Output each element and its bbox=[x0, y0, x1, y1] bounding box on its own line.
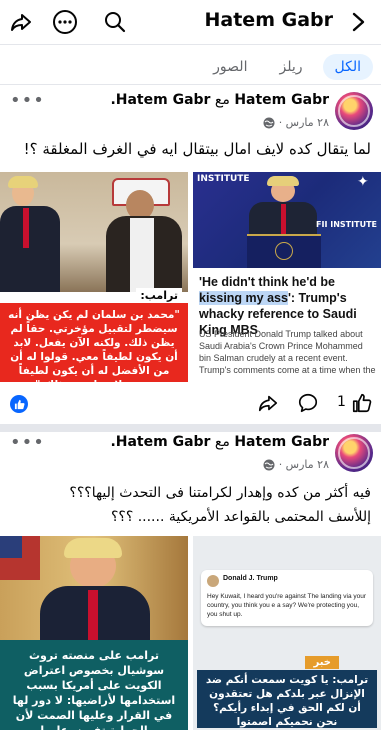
chevron-right-icon[interactable] bbox=[345, 9, 371, 35]
page-title: Hatem Gabr bbox=[204, 9, 334, 31]
avatar[interactable] bbox=[335, 92, 373, 130]
post-header: Hatem Gabr مع Hatem Gabr. bbox=[110, 92, 329, 112]
share-post-icon[interactable] bbox=[256, 391, 280, 415]
post-header: Hatem Gabr مع Hatem Gabr. bbox=[110, 434, 329, 454]
speaker-label: ترامب: bbox=[136, 288, 182, 303]
post-separator bbox=[0, 424, 381, 432]
post-image-left[interactable]: ترامب على منصته تروث سوشيال بخصوص اعتراض… bbox=[0, 536, 188, 730]
figure-tie bbox=[23, 208, 29, 248]
post-meta: ٢٨ مارس · bbox=[263, 116, 329, 129]
post-image-left[interactable]: ترامب: "محمد بن سلمان لم يكن يظن أنه سيض… bbox=[0, 172, 188, 382]
tweet-author: Donald J. Trump bbox=[223, 575, 278, 582]
tweet-avatar bbox=[207, 575, 219, 587]
post-actions: 1 bbox=[0, 389, 381, 419]
post-image-right[interactable]: INSTITUTE ✦ FII INSTITUTE 'He didn't thi… bbox=[193, 172, 381, 382]
comment-icon[interactable] bbox=[296, 391, 320, 415]
tagged-name[interactable]: Hatem Gabr. bbox=[110, 434, 210, 450]
photo-background bbox=[0, 172, 188, 292]
globe-icon bbox=[263, 117, 275, 129]
photo-background: INSTITUTE ✦ FII INSTITUTE bbox=[193, 172, 381, 268]
top-divider bbox=[0, 44, 381, 45]
headline-part-1: 'He didn't think he'd be bbox=[199, 275, 335, 289]
top-bar: Hatem Gabr bbox=[0, 0, 381, 44]
photo-background bbox=[0, 536, 188, 640]
like-reaction-icon[interactable] bbox=[10, 395, 28, 413]
post-date[interactable]: ٢٨ مارس · bbox=[279, 116, 329, 129]
post-date[interactable]: ٢٨ مارس · bbox=[279, 458, 329, 471]
figure-hair bbox=[64, 538, 122, 558]
post-text-line-1: فيه أكثر من كده وإهدار لكرامتنا فى التحد… bbox=[69, 485, 371, 501]
post-image-right[interactable]: Donald J. Trump Hey Kuwait, I heard you'… bbox=[193, 536, 381, 730]
with-word: مع bbox=[214, 92, 230, 108]
like-count: 1 bbox=[337, 394, 346, 410]
post-text: لما يتقال كده لايف امال بيتقال ايه في ال… bbox=[23, 140, 371, 158]
tab-reels[interactable]: ريلز bbox=[267, 54, 314, 80]
tweet-text: Hey Kuwait, I heard you're against The l… bbox=[207, 593, 367, 618]
brand-label: INSTITUTE bbox=[197, 174, 250, 184]
seal-icon bbox=[275, 242, 293, 260]
caption-banner: ترامب على منصته تروث سوشيال بخصوص اعتراض… bbox=[12, 649, 176, 730]
avatar[interactable] bbox=[335, 434, 373, 472]
tabs-divider bbox=[0, 84, 381, 85]
tagged-name[interactable]: Hatem Gabr. bbox=[110, 92, 210, 108]
figure-hair bbox=[267, 176, 299, 186]
figure-suit bbox=[0, 206, 60, 292]
podium bbox=[247, 234, 321, 268]
flag-canton bbox=[0, 536, 22, 558]
search-icon[interactable] bbox=[102, 9, 128, 35]
tab-all[interactable]: الكل bbox=[322, 54, 373, 80]
author-name[interactable]: Hatem Gabr bbox=[234, 434, 329, 450]
news-tag: خبر bbox=[305, 656, 339, 669]
figure-hair bbox=[8, 176, 38, 188]
quote-banner: "محمد بن سلمان لم يكن يظن أنه سيضطر لتقب… bbox=[0, 303, 188, 382]
figure-thobe bbox=[130, 218, 154, 292]
post-options-icon[interactable]: ••• bbox=[10, 90, 45, 111]
figure-tie bbox=[281, 204, 286, 234]
figure-tie bbox=[88, 590, 98, 640]
globe-icon bbox=[263, 459, 275, 471]
post-meta: ٢٨ مارس · bbox=[263, 458, 329, 471]
brand-label-2: FII INSTITUTE bbox=[316, 220, 377, 229]
caption-banner: ترامب: يا كويت سمعت أنكم ضد الإنزال عبر … bbox=[197, 670, 377, 728]
more-icon[interactable] bbox=[52, 9, 78, 35]
share-icon[interactable] bbox=[8, 9, 34, 35]
tweet-card: Donald J. Trump Hey Kuwait, I heard you'… bbox=[201, 570, 373, 626]
post-options-icon[interactable]: ••• bbox=[10, 432, 45, 453]
headline-highlight: kissing my ass bbox=[199, 291, 288, 305]
filter-tabs: الكل ريلز الصور bbox=[201, 52, 373, 82]
post-1: Hatem Gabr مع Hatem Gabr. ٢٨ مارس · ••• … bbox=[0, 86, 381, 422]
like-icon[interactable] bbox=[350, 391, 374, 415]
author-name[interactable]: Hatem Gabr bbox=[234, 92, 329, 108]
news-caption: US President Donald Trump talked about S… bbox=[199, 329, 376, 375]
emblem-icon: ✦ bbox=[357, 174, 369, 190]
tab-photos[interactable]: الصور bbox=[201, 54, 259, 80]
with-word: مع bbox=[214, 434, 230, 450]
post-2: Hatem Gabr مع Hatem Gabr. ٢٨ مارس · ••• … bbox=[0, 432, 381, 730]
post-text-line-2: إللأسف المحتمى بالقواعد الأمريكية ......… bbox=[110, 509, 371, 525]
